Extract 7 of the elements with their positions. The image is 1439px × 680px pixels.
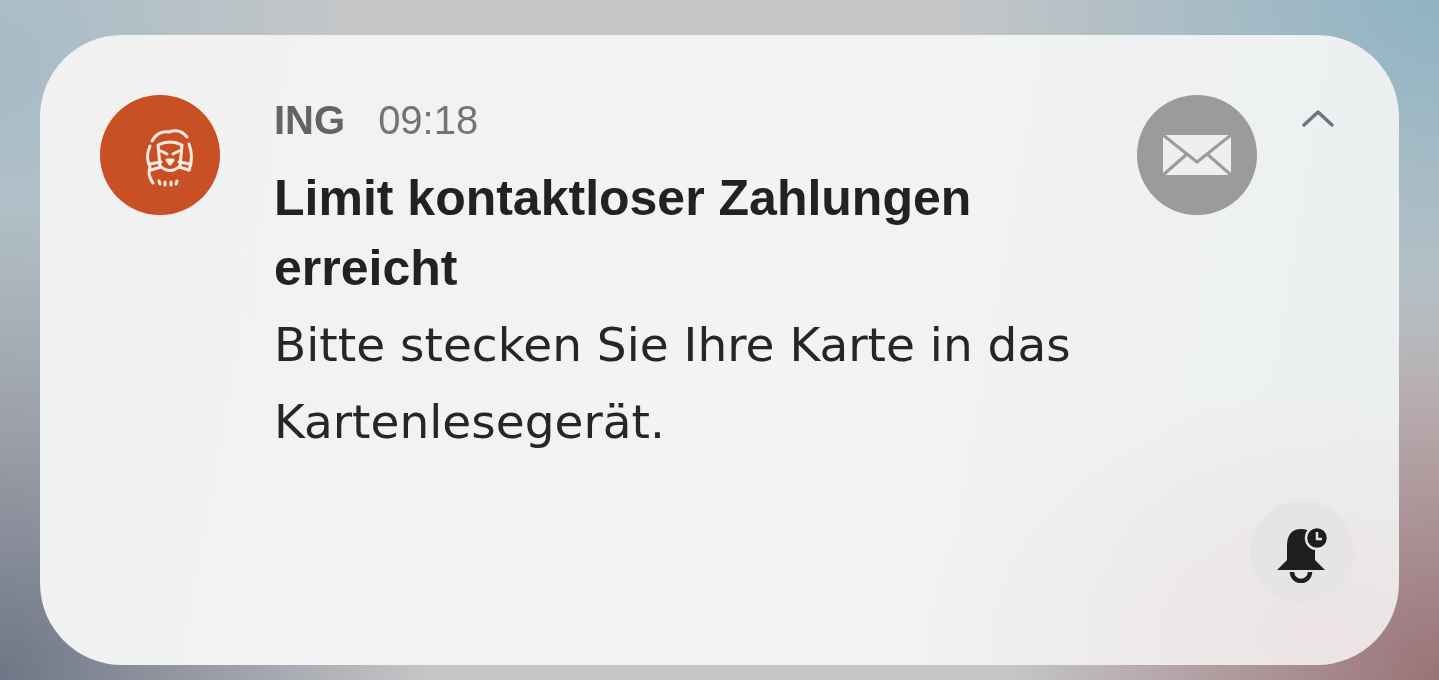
notification-time: 09:18 (378, 97, 479, 143)
envelope-icon (1137, 95, 1257, 215)
app-name: ING (274, 97, 346, 143)
notification-title: Limit kontaktloser Zahlungen erreicht (274, 169, 973, 298)
notification-card[interactable]: ING 09:18 Limit kontaktloser Zahlungen erreicht Bitte stecken Sie Ihre Karte in das Kartenlesegerät. (40, 35, 1399, 665)
lion-icon (100, 95, 220, 215)
notification-message: Bitte stecken Sie Ihre Karte in das Kartenlesegerät. (274, 316, 1072, 451)
